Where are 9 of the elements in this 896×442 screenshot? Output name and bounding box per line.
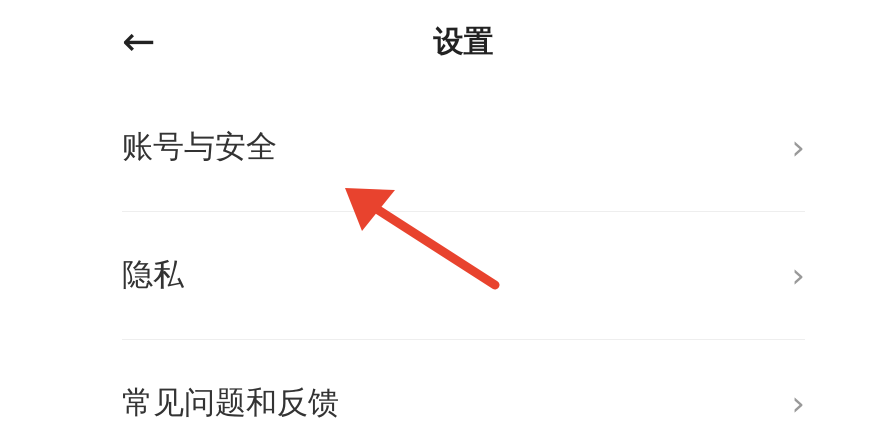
back-button[interactable]: ← <box>122 22 156 62</box>
page-title: 设置 <box>434 24 494 62</box>
item-label: 隐私 <box>122 256 184 296</box>
settings-item[interactable]: 常见问题和反馈 › <box>122 340 805 442</box>
chevron-icon: › <box>791 386 805 420</box>
item-label: 账号与安全 <box>122 128 277 168</box>
chevron-icon: › <box>791 130 805 164</box>
chevron-icon: › <box>791 258 805 292</box>
item-label: 常见问题和反馈 <box>122 384 339 424</box>
